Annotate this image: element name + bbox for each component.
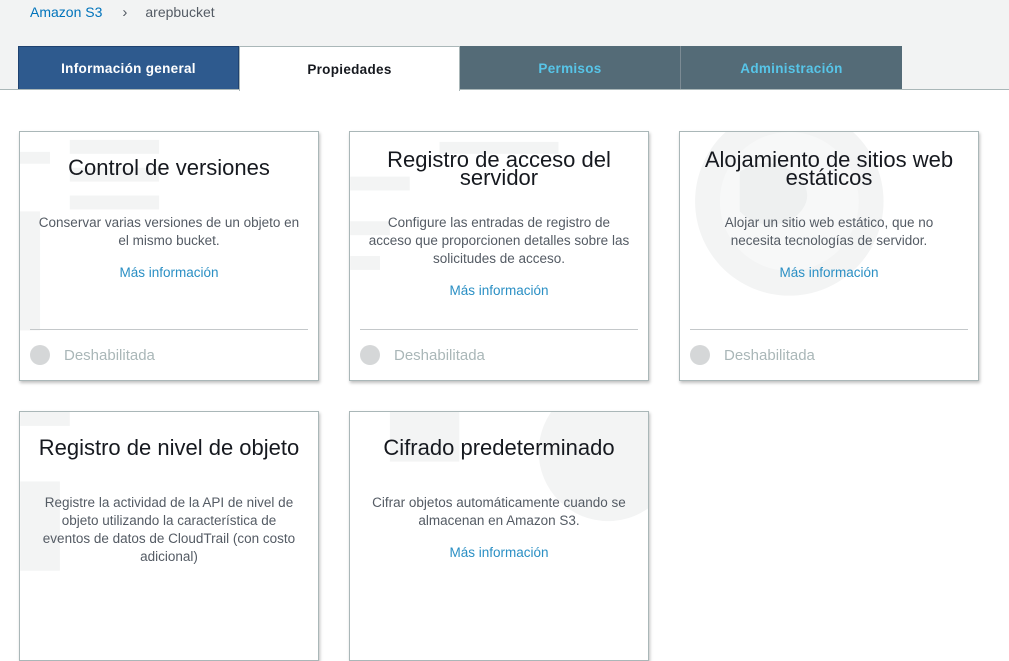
status-dot-icon: [30, 345, 50, 365]
tab-administration[interactable]: Administración: [681, 46, 902, 90]
card-title: Alojamiento de sitios web estáticos: [704, 147, 954, 190]
card-description: Registre la actividad de la API de nivel…: [42, 495, 296, 564]
card-description: Alojar un sitio web estático, que no nec…: [724, 215, 934, 248]
status-label: Deshabilitada: [394, 346, 485, 364]
tab-permissions[interactable]: Permisos: [460, 46, 681, 90]
tab-underline: [0, 89, 1009, 90]
card-status: Deshabilitada: [30, 345, 155, 365]
breadcrumb-current-bucket: arepbucket: [145, 4, 215, 20]
breadcrumb: Amazon S3 › arepbucket: [30, 3, 215, 21]
card-title: Registro de acceso del servidor: [387, 147, 611, 190]
card-description: Conservar varias versiones de un objeto …: [38, 215, 300, 248]
card-static-website-hosting[interactable]: Alojamiento de sitios web estáticos Aloj…: [679, 131, 979, 381]
card-title: Control de versiones: [68, 155, 270, 180]
card-status: Deshabilitada: [360, 345, 485, 365]
status-dot-icon: [690, 345, 710, 365]
more-info-link[interactable]: Más información: [20, 265, 318, 280]
more-info-link[interactable]: Más información: [680, 265, 978, 280]
card-title: Registro de nivel de objeto: [38, 435, 300, 460]
card-title: Cifrado predeterminado: [383, 435, 615, 460]
card-versioning[interactable]: Control de versiones Conservar varias ve…: [19, 131, 319, 381]
breadcrumb-amazon-s3-link[interactable]: Amazon S3: [30, 4, 102, 20]
tab-general-info[interactable]: Información general: [18, 46, 239, 90]
status-label: Deshabilitada: [724, 346, 815, 364]
card-divider: [690, 329, 968, 330]
card-description: Configure las entradas de registro de ac…: [368, 215, 630, 266]
card-default-encryption[interactable]: Cifrado predeterminado Cifrar objetos au…: [349, 411, 649, 661]
chevron-right-icon: ›: [122, 3, 128, 21]
card-divider: [30, 329, 308, 330]
tab-selected-gap: [240, 89, 459, 91]
card-server-access-logging[interactable]: Registro de acceso del servidor Configur…: [349, 131, 649, 381]
card-object-level-logging[interactable]: Registro de nivel de objeto Registre la …: [19, 411, 319, 661]
status-label: Deshabilitada: [64, 346, 155, 364]
more-info-link[interactable]: Más información: [350, 283, 648, 298]
card-divider: [360, 329, 638, 330]
card-status: Deshabilitada: [690, 345, 815, 365]
status-dot-icon: [360, 345, 380, 365]
tab-properties[interactable]: Propiedades: [239, 46, 460, 91]
tab-bar: Información general Propiedades Permisos…: [18, 46, 902, 91]
card-description: Cifrar objetos automáticamente cuando se…: [372, 495, 626, 528]
